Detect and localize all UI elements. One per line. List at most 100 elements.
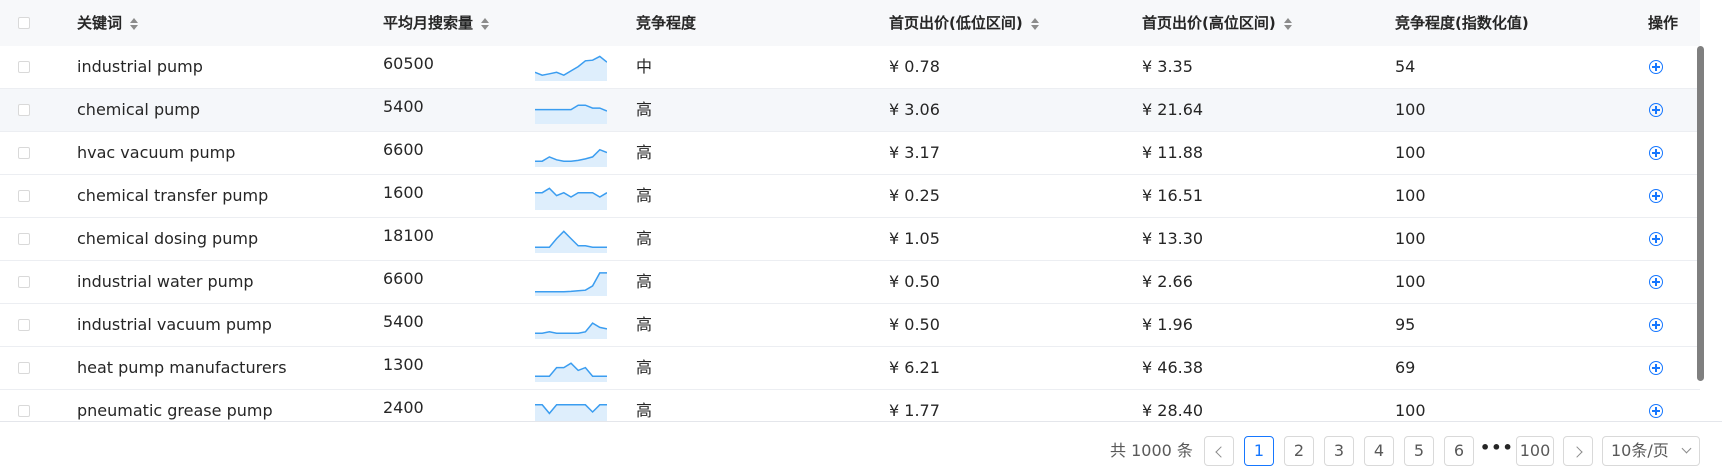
row-checkbox[interactable] bbox=[18, 61, 30, 73]
row-checkbox[interactable] bbox=[18, 104, 30, 116]
page-ellipsis[interactable]: ••• bbox=[1480, 436, 1513, 466]
bid-high-cell: ¥ 2.66 bbox=[1142, 272, 1193, 291]
add-circle-icon[interactable] bbox=[1649, 318, 1663, 332]
volume-cell: 2400 bbox=[383, 398, 424, 417]
total-count: 共 1000 条 bbox=[1110, 441, 1193, 460]
competition-cell: 高 bbox=[636, 100, 653, 119]
trend-sparkline bbox=[535, 55, 607, 81]
add-circle-icon[interactable] bbox=[1649, 232, 1663, 246]
competition-cell: 高 bbox=[636, 186, 653, 205]
trend-sparkline bbox=[535, 187, 607, 210]
sort-icon[interactable] bbox=[481, 17, 490, 31]
keyword-cell: chemical dosing pump bbox=[77, 229, 259, 248]
table-row[interactable]: chemical dosing pump 18100 高 ¥ 1.05 ¥ 13.30 1… bbox=[0, 218, 1700, 261]
competition-cell: 高 bbox=[636, 143, 653, 162]
keyword-cell: industrial vacuum pump bbox=[77, 315, 272, 334]
chevron-left-icon bbox=[1214, 446, 1227, 458]
bid-high-cell: ¥ 11.88 bbox=[1142, 143, 1204, 162]
bid-high-cell: ¥ 1.96 bbox=[1142, 315, 1193, 334]
keyword-cell: heat pump manufacturers bbox=[77, 358, 287, 377]
bid-low-cell: ¥ 3.17 bbox=[889, 143, 940, 162]
prev-page-button[interactable] bbox=[1204, 436, 1234, 466]
table-row[interactable]: industrial pump 60500 中 ¥ 0.78 ¥ 3.35 54 bbox=[0, 46, 1700, 89]
keyword-cell: chemical pump bbox=[77, 100, 200, 119]
table-row[interactable]: industrial vacuum pump 5400 高 ¥ 0.50 ¥ 1.96 9… bbox=[0, 304, 1700, 347]
page-button[interactable]: 4 bbox=[1364, 436, 1394, 466]
page-button[interactable]: 1 bbox=[1244, 436, 1274, 466]
keyword-cell: chemical transfer pump bbox=[77, 186, 269, 205]
competition-cell: 高 bbox=[636, 229, 653, 248]
page-last-button[interactable]: 100 bbox=[1516, 436, 1554, 466]
bid-high-cell: ¥ 13.30 bbox=[1142, 229, 1204, 248]
competition-cell: 高 bbox=[636, 358, 653, 377]
trend-sparkline bbox=[535, 148, 607, 167]
table-row[interactable]: industrial water pump 6600 高 ¥ 0.50 ¥ 2.66 10… bbox=[0, 261, 1700, 304]
add-circle-icon[interactable] bbox=[1649, 275, 1663, 289]
sort-icon[interactable] bbox=[1030, 17, 1039, 31]
header-bid-low[interactable]: 首页出价(低位区间) bbox=[889, 0, 1039, 46]
trend-sparkline bbox=[535, 104, 607, 124]
bid-high-cell: ¥ 46.38 bbox=[1142, 358, 1204, 377]
bid-low-cell: ¥ 0.50 bbox=[889, 315, 940, 334]
page-button[interactable]: 2 bbox=[1284, 436, 1314, 466]
competition-index-cell: 95 bbox=[1395, 315, 1416, 334]
header-keyword[interactable]: 关键词 bbox=[77, 0, 139, 46]
bid-low-cell: ¥ 0.50 bbox=[889, 272, 940, 291]
add-circle-icon[interactable] bbox=[1649, 404, 1663, 418]
row-checkbox[interactable] bbox=[18, 405, 30, 417]
competition-index-cell: 100 bbox=[1395, 100, 1426, 119]
table-row[interactable]: pneumatic grease pump 2400 高 ¥ 1.77 ¥ 28.40 1… bbox=[0, 390, 1700, 421]
row-checkbox[interactable] bbox=[18, 190, 30, 202]
chevron-down-icon bbox=[1681, 443, 1692, 454]
add-circle-icon[interactable] bbox=[1649, 146, 1663, 160]
row-checkbox[interactable] bbox=[18, 319, 30, 331]
volume-cell: 5400 bbox=[383, 97, 424, 116]
table-row[interactable]: chemical pump 5400 高 ¥ 3.06 ¥ 21.64 100 bbox=[0, 89, 1700, 132]
next-page-button[interactable] bbox=[1563, 436, 1593, 466]
trend-sparkline bbox=[535, 322, 607, 339]
bid-high-cell: ¥ 3.35 bbox=[1142, 57, 1193, 76]
row-checkbox[interactable] bbox=[18, 362, 30, 374]
competition-index-cell: 100 bbox=[1395, 401, 1426, 420]
table-row[interactable]: heat pump manufacturers 1300 高 ¥ 6.21 ¥ 46.3… bbox=[0, 347, 1700, 390]
sparkline-area bbox=[535, 363, 607, 382]
competition-index-cell: 69 bbox=[1395, 358, 1416, 377]
volume-cell: 5400 bbox=[383, 312, 424, 331]
sparkline-area bbox=[535, 56, 607, 81]
keyword-table: 关键词 平均月搜索量 竞争程度 首页出价(低位区间) 首页出价(高位区间) 竞争… bbox=[0, 0, 1700, 421]
page-button[interactable]: 6 bbox=[1444, 436, 1474, 466]
add-circle-icon[interactable] bbox=[1649, 189, 1663, 203]
keyword-cell: pneumatic grease pump bbox=[77, 401, 273, 420]
add-circle-icon[interactable] bbox=[1649, 103, 1663, 117]
add-circle-icon[interactable] bbox=[1649, 361, 1663, 375]
scrollbar-thumb[interactable] bbox=[1697, 46, 1704, 381]
bid-low-cell: ¥ 1.05 bbox=[889, 229, 940, 248]
competition-index-cell: 100 bbox=[1395, 143, 1426, 162]
sort-icon[interactable] bbox=[1283, 17, 1292, 31]
page-button[interactable]: 3 bbox=[1324, 436, 1354, 466]
page-button[interactable]: 5 bbox=[1404, 436, 1434, 466]
table-row[interactable]: chemical transfer pump 1600 高 ¥ 0.25 ¥ 16.51… bbox=[0, 175, 1700, 218]
sparkline-area bbox=[535, 231, 607, 253]
table-row[interactable]: hvac vacuum pump 6600 高 ¥ 3.17 ¥ 11.88 100 bbox=[0, 132, 1700, 175]
page-size-select[interactable]: 10条/页 bbox=[1602, 436, 1700, 466]
row-checkbox[interactable] bbox=[18, 233, 30, 245]
row-checkbox[interactable] bbox=[18, 276, 30, 288]
bid-low-cell: ¥ 0.25 bbox=[889, 186, 940, 205]
competition-index-cell: 100 bbox=[1395, 272, 1426, 291]
volume-cell: 18100 bbox=[383, 226, 434, 245]
row-checkbox[interactable] bbox=[18, 147, 30, 159]
keyword-cell: hvac vacuum pump bbox=[77, 143, 236, 162]
divider bbox=[0, 421, 1722, 422]
header-bid-high[interactable]: 首页出价(高位区间) bbox=[1142, 0, 1292, 46]
select-all-checkbox[interactable] bbox=[18, 17, 30, 29]
sparkline-area bbox=[535, 404, 607, 421]
sort-icon[interactable] bbox=[130, 17, 139, 31]
competition-index-cell: 100 bbox=[1395, 186, 1426, 205]
header-action: 操作 bbox=[1648, 14, 1679, 32]
chevron-right-icon bbox=[1570, 446, 1583, 458]
competition-index-cell: 100 bbox=[1395, 229, 1426, 248]
competition-cell: 中 bbox=[636, 57, 653, 76]
add-circle-icon[interactable] bbox=[1649, 60, 1663, 74]
header-avg-monthly[interactable]: 平均月搜索量 bbox=[383, 0, 490, 46]
